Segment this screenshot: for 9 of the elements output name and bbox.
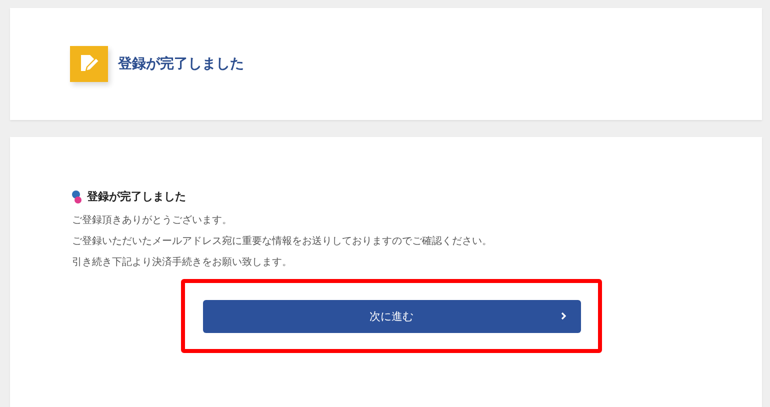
dots-icon: [72, 190, 82, 204]
page-title: 登録が完了しました: [118, 55, 244, 73]
section-heading: 登録が完了しました: [87, 189, 186, 204]
message-text: 引き続き下記より決済手続きをお願い致します。: [72, 256, 293, 270]
chevron-right-icon: [560, 312, 566, 320]
edit-document-icon: [70, 46, 108, 82]
message-text: ご登録いただいたメールアドレス宛に重要な情報をお送りしておりますのでご確認ください。: [72, 234, 493, 249]
next-button[interactable]: 次に進む: [202, 300, 580, 332]
message-text: ご登録頂きありがとうございます。: [72, 214, 233, 228]
